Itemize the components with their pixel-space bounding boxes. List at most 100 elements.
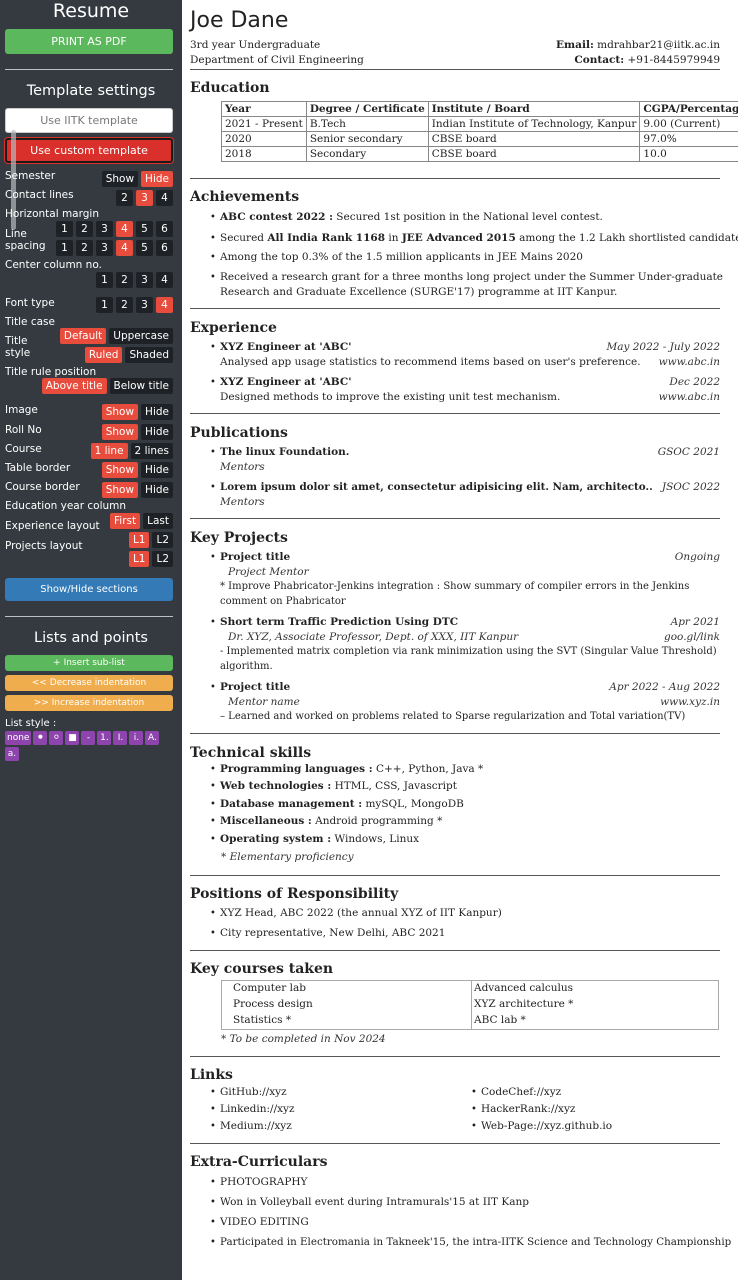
horizontal-margin-label: Horizontal margin xyxy=(5,208,99,220)
sidebar: Resume PRINT AS PDF Template settings Us… xyxy=(0,0,182,1280)
contact-lines-option-2[interactable]: 2 xyxy=(116,190,133,206)
title-rule-position-option-below-title[interactable]: Below title xyxy=(109,378,173,394)
center-column-option-1[interactable]: 1 xyxy=(96,272,113,288)
contact-lines-option-4[interactable]: 4 xyxy=(156,190,173,206)
link-item[interactable]: Medium://xyz xyxy=(220,1120,292,1132)
section-rule xyxy=(190,1056,720,1057)
semester-option-hide[interactable]: Hide xyxy=(141,171,173,187)
list-style-option[interactable]: a. xyxy=(5,747,19,761)
roll-no-label: Roll No xyxy=(5,424,42,436)
contact-lines-label: Contact lines xyxy=(5,189,74,201)
course-border-option-hide[interactable]: Hide xyxy=(141,482,173,498)
table-cell: 2020 xyxy=(221,131,307,147)
line-spacing-option-3[interactable]: 3 xyxy=(96,240,113,256)
font-type-option-4[interactable]: 4 xyxy=(156,297,173,313)
link-item[interactable]: HackerRank://xyz xyxy=(481,1103,575,1115)
project-mentor: Mentor name xyxy=(228,696,300,708)
bullet: • xyxy=(210,1237,216,1248)
title-style-option-ruled[interactable]: Ruled xyxy=(84,347,123,363)
image-option-hide[interactable]: Hide xyxy=(141,404,173,420)
center-column-option-3[interactable]: 3 xyxy=(136,272,153,288)
image-option-show[interactable]: Show xyxy=(101,404,139,420)
center-column-option-2[interactable]: 2 xyxy=(116,272,133,288)
use-iitk-template-button[interactable]: Use IITK template xyxy=(5,108,173,133)
link-item[interactable]: Web-Page://xyz.github.io xyxy=(481,1120,612,1132)
resume-subtitle-year: 3rd year Undergraduate xyxy=(190,39,321,51)
table-border-option-show[interactable]: Show xyxy=(101,462,139,478)
roll-no-option-show[interactable]: Show xyxy=(101,424,139,440)
course-option-2-lines[interactable]: 2 lines xyxy=(130,443,173,459)
course-border-option-show[interactable]: Show xyxy=(101,482,139,498)
list-style-option[interactable]: I. xyxy=(113,731,128,745)
title-case-option-uppercase[interactable]: Uppercase xyxy=(109,328,173,344)
show-hide-sections-button[interactable]: Show/Hide sections xyxy=(5,578,173,601)
list-style-option[interactable]: A. xyxy=(145,731,160,745)
roll-no-option-hide[interactable]: Hide xyxy=(141,424,173,440)
course-item: Computer lab xyxy=(233,982,306,994)
line-spacing-option-6[interactable]: 6 xyxy=(156,240,173,256)
font-type-option-2[interactable]: 2 xyxy=(116,297,133,313)
decrease-indentation-button[interactable]: << Decrease indentation xyxy=(5,675,173,691)
section-rule xyxy=(190,733,720,734)
title-case-option-default[interactable]: Default xyxy=(59,328,107,344)
list-style-option[interactable]: ⚪ xyxy=(49,731,64,745)
font-type-option-3[interactable]: 3 xyxy=(136,297,153,313)
title-style-option-shaded[interactable]: Shaded xyxy=(125,347,173,363)
projects-layout-option-l2[interactable]: L2 xyxy=(152,532,173,548)
line-spacing-option-5[interactable]: 5 xyxy=(136,240,153,256)
project-description-continued: algorithm. xyxy=(220,661,273,672)
list-style-option[interactable]: none xyxy=(5,731,32,745)
table-cell: 2021 - Present xyxy=(221,116,307,132)
achievement-item: Received a research grant for a three mo… xyxy=(220,271,724,283)
table-border-option-hide[interactable]: Hide xyxy=(141,462,173,478)
title-case-options: Default Uppercase xyxy=(59,328,173,344)
semester-label: Semester xyxy=(5,170,56,182)
horizontal-margin-option-3[interactable]: 3 xyxy=(96,221,113,237)
project-link[interactable]: www.xyz.in xyxy=(660,696,720,708)
horizontal-margin-option-1[interactable]: 1 xyxy=(56,221,73,237)
font-type-option-1[interactable]: 1 xyxy=(96,297,113,313)
projects-layout-option-l1[interactable]: L1 xyxy=(128,551,150,567)
experience-layout-option-first[interactable]: First xyxy=(110,513,141,529)
bullet: • xyxy=(471,1121,477,1132)
semester-option-show[interactable]: Show xyxy=(101,171,139,187)
line-spacing-option-1[interactable]: 1 xyxy=(56,240,73,256)
projects-layout-option-l2[interactable]: L2 xyxy=(152,551,173,567)
course-option-1-line[interactable]: 1 line xyxy=(90,443,128,459)
print-pdf-button[interactable]: PRINT AS PDF xyxy=(5,29,173,54)
experience-link[interactable]: www.abc.in xyxy=(659,391,720,403)
list-style-option[interactable]: - xyxy=(81,731,96,745)
horizontal-margin-option-5[interactable]: 5 xyxy=(136,221,153,237)
section-rule xyxy=(190,875,720,876)
link-item[interactable]: CodeChef://xyz xyxy=(481,1086,561,1098)
insert-sub-list-button[interactable]: + Insert sub-list xyxy=(5,655,173,671)
project-description: * Improve Phabricator-Jenkins integratio… xyxy=(220,581,690,592)
increase-indentation-button[interactable]: >> Increase indentation xyxy=(5,695,173,711)
table-cell: 97.0% xyxy=(639,131,738,147)
contact-lines-option-3[interactable]: 3 xyxy=(136,190,153,206)
title-rule-position-option-above-title[interactable]: Above title xyxy=(41,378,107,394)
bullet: • xyxy=(210,682,216,693)
list-style-option[interactable]: i. xyxy=(129,731,144,745)
experience-layout-option-last[interactable]: Last xyxy=(143,513,173,529)
line-spacing-option-2[interactable]: 2 xyxy=(76,240,93,256)
projects-layout-option-l1[interactable]: L1 xyxy=(128,532,150,548)
font-type-options: 1234 xyxy=(96,297,173,313)
section-rule xyxy=(190,1143,720,1144)
projects-layout-options-1: L1 L2 xyxy=(128,532,173,548)
horizontal-margin-option-4[interactable]: 4 xyxy=(116,221,133,237)
line-spacing-option-4[interactable]: 4 xyxy=(116,240,133,256)
center-column-option-4[interactable]: 4 xyxy=(156,272,173,288)
horizontal-margin-option-6[interactable]: 6 xyxy=(156,221,173,237)
experience-link[interactable]: www.abc.in xyxy=(659,356,720,368)
list-style-option[interactable]: ■ xyxy=(65,731,80,745)
list-style-option[interactable]: 1. xyxy=(97,731,112,745)
link-item[interactable]: Linkedin://xyz xyxy=(220,1103,295,1115)
bullet: • xyxy=(210,377,216,388)
project-link[interactable]: goo.gl/link xyxy=(664,631,720,643)
link-item[interactable]: GitHub://xyz xyxy=(220,1086,287,1098)
use-custom-template-button[interactable]: Use custom template xyxy=(5,138,173,163)
project-date: Apr 2021 xyxy=(670,616,720,628)
list-style-option[interactable]: ⚫ xyxy=(33,731,48,745)
horizontal-margin-option-2[interactable]: 2 xyxy=(76,221,93,237)
